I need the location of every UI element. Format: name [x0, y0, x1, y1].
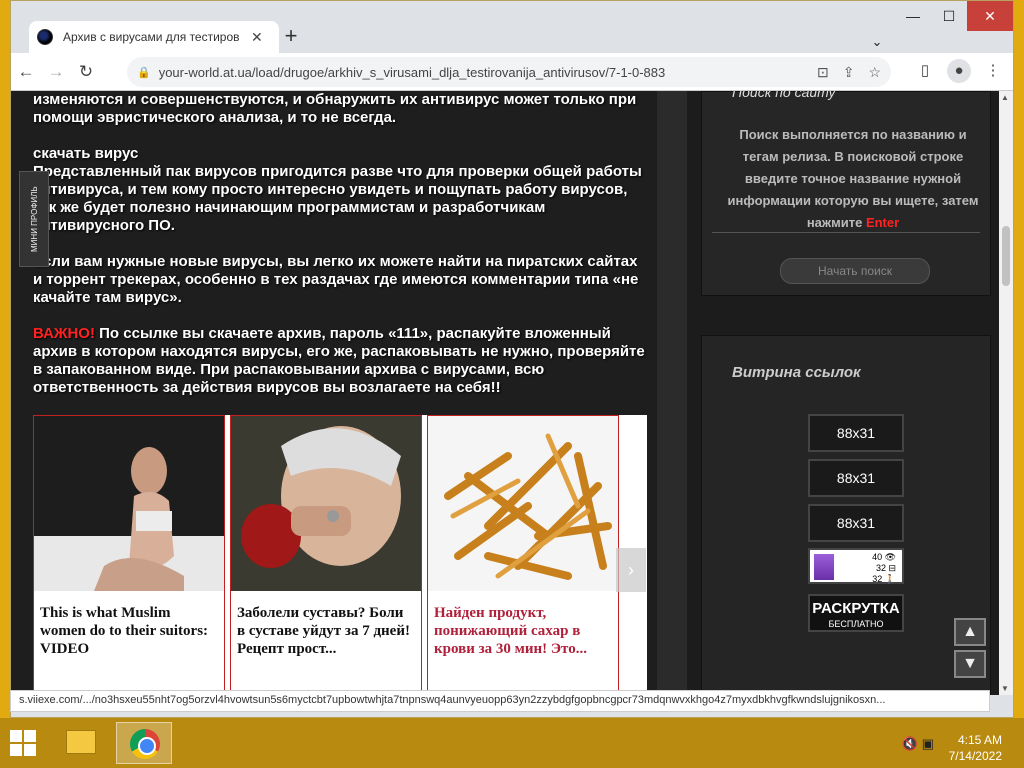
ad-text[interactable]: This is what Muslim women do to their su…: [34, 596, 224, 666]
taskbar: 🔇 ▣ 4:15 AM 7/14/2022: [0, 718, 1024, 768]
address-bar[interactable]: 🔒 your-world.at.ua/load/drugoe/arkhiv_s_…: [127, 57, 891, 87]
ad-text[interactable]: Найден продукт, понижающий сахар в крови…: [428, 596, 618, 666]
bookmark-star-icon[interactable]: ☆: [868, 64, 881, 81]
close-window-button[interactable]: ✕: [967, 1, 1013, 31]
windows-logo-icon: [10, 744, 22, 756]
promo-banner-subtitle: БЕСПЛАТНО: [828, 619, 884, 629]
start-button[interactable]: [10, 730, 38, 758]
ad-text[interactable]: Заболели суставы? Боли в суставе уйдут з…: [231, 596, 421, 666]
article-paragraph: изменяются и совершенствуются, и обнаруж…: [33, 91, 637, 126]
tab-title: Архив с вирусами для тестиров: [63, 30, 240, 44]
counter-values: 40 👁 32 ⊟ 32 🚶: [872, 552, 896, 585]
sidebar: Поиск по сайту Поиск выполняется по назв…: [687, 91, 1001, 695]
side-panel-icon[interactable]: ▯: [913, 59, 937, 83]
scrollbar-up-arrow-icon[interactable]: ▲: [1001, 93, 1009, 102]
search-widget: Поиск по сайту Поиск выполняется по назв…: [701, 91, 991, 296]
speaker-muted-icon[interactable]: 🔇: [902, 736, 918, 751]
translate-icon[interactable]: ⊡: [817, 64, 829, 81]
scroll-down-icon[interactable]: ▼: [954, 650, 986, 678]
menu-kebab-icon[interactable]: ⋮: [981, 59, 1005, 83]
share-icon[interactable]: ⇪: [843, 64, 855, 81]
reload-icon[interactable]: ↻: [71, 62, 101, 82]
links-showcase: Витрина ссылок 88x31 88x31 88x31 40 👁 32…: [701, 335, 991, 695]
web-page: изменяются и совершенствуются, и обнаруж…: [11, 91, 1001, 695]
links-showcase-title: Витрина ссылок: [732, 364, 861, 381]
windows-logo-icon: [24, 730, 36, 742]
ad-image: [428, 416, 618, 591]
counter-logo-icon: [814, 554, 834, 580]
article-paragraph: Представленный пак вирусов пригодится ра…: [33, 163, 642, 234]
visit-counter[interactable]: 40 👁 32 ⊟ 32 🚶: [808, 548, 904, 584]
lock-icon[interactable]: 🔒: [137, 66, 151, 79]
search-input-line[interactable]: [712, 232, 980, 233]
search-button[interactable]: Начать поиск: [780, 258, 930, 284]
windows-logo-icon: [10, 730, 22, 742]
new-tab-button[interactable]: +: [279, 25, 303, 49]
status-bar-url: s.viiexe.com/.../no3hsxeu55nht7og5orzvl4…: [10, 690, 990, 712]
search-widget-title: Поиск по сайту: [732, 91, 836, 100]
clock[interactable]: 4:15 AM 7/14/2022: [949, 732, 1002, 764]
toolbar-right: ▯ ● ⋮: [913, 59, 1005, 83]
banner-88x31[interactable]: 88x31: [808, 504, 904, 542]
promo-banner[interactable]: РАСКРУТКА БЕСПЛАТНО: [808, 594, 904, 632]
browser-window: Архив с вирусами для тестиров ✕ + ⌄ — ☐ …: [10, 0, 1014, 718]
scrollbar-thumb[interactable]: [1002, 226, 1010, 286]
important-paragraph: ВАЖНО! По ссылке вы скачаете архив, паро…: [33, 325, 645, 397]
counter-views: 40 👁: [872, 552, 896, 562]
counter-visitors: 32 🚶: [872, 574, 896, 584]
ad-card[interactable]: This is what Muslim women do to their su…: [33, 415, 225, 695]
close-tab-icon[interactable]: ✕: [251, 29, 263, 46]
scroll-up-icon[interactable]: ▲: [954, 618, 986, 646]
ad-image: [231, 416, 421, 591]
windows-logo-icon: [24, 744, 36, 756]
important-text: По ссылке вы скачаете архив, пароль «111…: [33, 325, 645, 396]
carousel-next-icon[interactable]: ›: [616, 548, 646, 592]
clock-time: 4:15 AM: [957, 733, 1002, 747]
taskbar-chrome[interactable]: [116, 722, 172, 764]
counter-hosts: 32 ⊟: [875, 563, 896, 573]
article-paragraph: Если вам нужные новые вирусы, вы легко и…: [33, 253, 639, 306]
ad-carousel: This is what Muslim women do to their su…: [33, 415, 647, 695]
search-instructions: Поиск выполняется по названию и тегам ре…: [724, 124, 982, 234]
page-scrollbar[interactable]: ▲ ▼: [999, 91, 1013, 695]
clock-date: 7/14/2022: [948, 749, 1002, 763]
ad-card[interactable]: Найден продукт, понижающий сахар в крови…: [427, 415, 619, 695]
ad-card[interactable]: Заболели суставы? Боли в суставе уйдут з…: [230, 415, 422, 695]
site-favicon-icon: [37, 29, 53, 45]
mini-profile-tab[interactable]: МИНИ ПРОФИЛЬ: [19, 171, 49, 267]
system-tray[interactable]: 🔇 ▣: [902, 736, 934, 752]
profile-avatar-icon[interactable]: ●: [947, 59, 971, 83]
enter-key-label: Enter: [865, 215, 900, 230]
forward-icon[interactable]: →: [41, 62, 71, 82]
taskbar-file-explorer[interactable]: [54, 722, 110, 764]
window-controls: ⌄ — ☐ ✕: [872, 1, 1013, 49]
folder-icon: [66, 730, 96, 754]
minimize-button[interactable]: —: [895, 1, 931, 31]
search-instructions-text: Поиск выполняется по названию и тегам ре…: [727, 127, 979, 230]
url-text[interactable]: your-world.at.ua/load/drugoe/arkhiv_s_vi…: [159, 65, 803, 80]
browser-toolbar: ← → ↻ 🔒 your-world.at.ua/load/drugoe/ark…: [11, 53, 1013, 91]
banner-88x31[interactable]: 88x31: [808, 414, 904, 452]
ad-image: [34, 416, 224, 591]
banner-88x31[interactable]: 88x31: [808, 459, 904, 497]
maximize-button[interactable]: ☐: [931, 1, 967, 31]
promo-banner-title: РАСКРУТКА: [812, 600, 900, 617]
back-icon[interactable]: ←: [11, 62, 41, 82]
important-label: ВАЖНО!: [33, 325, 95, 342]
chrome-icon: [130, 729, 160, 759]
network-icon[interactable]: ▣: [922, 736, 934, 751]
tab-bar: Архив с вирусами для тестиров ✕ + ⌄ — ☐ …: [11, 1, 1013, 53]
download-heading[interactable]: скачать вирус: [33, 145, 645, 163]
scrollbar-down-arrow-icon[interactable]: ▼: [1001, 684, 1009, 693]
tab-active[interactable]: Архив с вирусами для тестиров ✕: [29, 21, 279, 53]
